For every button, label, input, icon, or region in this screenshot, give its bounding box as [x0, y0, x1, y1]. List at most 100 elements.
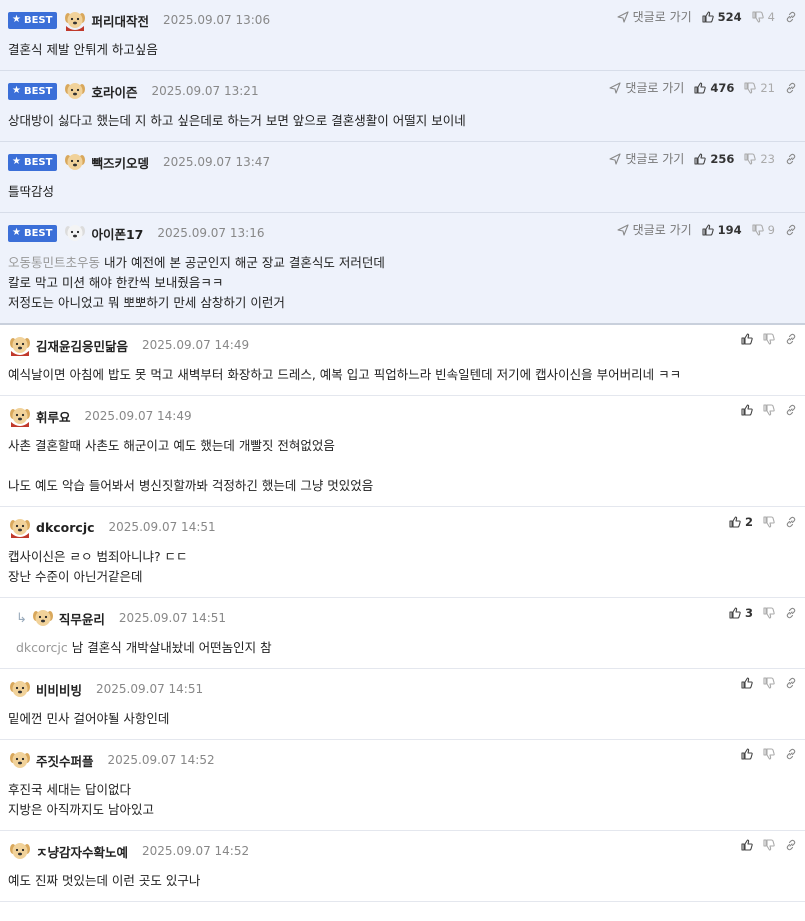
- link-icon[interactable]: [785, 839, 797, 851]
- comment-text: 장난 수준이 아닌거같은데: [8, 569, 143, 584]
- upvote-button[interactable]: [741, 677, 753, 689]
- star-icon: ★: [12, 14, 21, 25]
- comment-actions: 댓글로 가기 194 9: [617, 221, 797, 238]
- link-icon[interactable]: [785, 153, 797, 165]
- thumbs-down-icon: [752, 223, 764, 236]
- comment-header: 비비비빙 2025.09.07 14:51: [8, 677, 797, 701]
- star-icon: ★: [12, 156, 21, 167]
- comment-date: 2025.09.07 14:52: [107, 753, 215, 767]
- thumbs-down-icon[interactable]: [763, 333, 775, 345]
- comment-line: 캡사이신은 ㄹㅇ 범죄아니냐? ㄷㄷ: [8, 547, 797, 567]
- thumbs-up-icon: [702, 223, 714, 236]
- thumbs-down-icon[interactable]: [763, 839, 775, 851]
- comment-date: 2025.09.07 14:52: [142, 844, 250, 858]
- dog-avatar-icon[interactable]: [8, 404, 32, 428]
- mention-nickname[interactable]: 오동통민트초우동: [8, 255, 100, 270]
- dog-avatar-icon[interactable]: [8, 748, 32, 772]
- upvote-button[interactable]: 3: [729, 606, 753, 620]
- link-icon[interactable]: [785, 82, 797, 94]
- thumbs-down-icon[interactable]: [763, 748, 775, 760]
- author-nickname[interactable]: ㅈ냥감자수확노예: [36, 842, 128, 861]
- upvote-button[interactable]: 2: [729, 515, 753, 529]
- author-nickname[interactable]: 직무윤리: [59, 609, 105, 628]
- thumbs-down-icon[interactable]: [763, 404, 775, 416]
- link-icon[interactable]: [785, 516, 797, 528]
- downvote-button[interactable]: 9: [752, 223, 775, 237]
- comment-text: 예식날이면 아침에 밥도 못 먹고 새벽부터 화장하고 드레스, 예복 입고 픽…: [8, 367, 682, 382]
- goto-comment-link[interactable]: 댓글로 가기: [609, 79, 684, 96]
- dog-avatar-icon[interactable]: [63, 79, 87, 103]
- goto-comment-link[interactable]: 댓글로 가기: [609, 150, 684, 167]
- dog-avatar-icon[interactable]: [31, 606, 55, 630]
- author-nickname[interactable]: 아이폰17: [91, 224, 143, 243]
- comment-actions: 2: [729, 515, 797, 529]
- author-nickname[interactable]: 주짓수퍼플: [36, 751, 94, 770]
- downvote-count: 9: [767, 222, 775, 237]
- upvote-button[interactable]: 194: [702, 223, 742, 237]
- comment-body: 결혼식 제발 안튀게 하고싶음: [8, 32, 797, 70]
- comment-actions: [741, 677, 797, 689]
- downvote-button[interactable]: 4: [752, 10, 775, 24]
- upvote-button[interactable]: 256: [694, 152, 734, 166]
- author-nickname[interactable]: 비비비빙: [36, 680, 82, 699]
- author-nickname[interactable]: 빽즈키오뎅: [91, 153, 149, 172]
- thumbs-down-icon: [744, 81, 757, 94]
- goto-comment-link[interactable]: 댓글로 가기: [617, 8, 692, 25]
- comment-date: 2025.09.07 14:51: [118, 611, 227, 625]
- comment-line: 밑에껀 민사 걸어야될 사항인데: [8, 709, 797, 729]
- upvote-button[interactable]: [741, 333, 753, 345]
- link-icon[interactable]: [785, 748, 797, 760]
- link-icon[interactable]: [785, 333, 797, 345]
- link-icon[interactable]: [785, 607, 797, 619]
- upvote-button[interactable]: 524: [702, 10, 742, 24]
- comment-actions: [741, 333, 797, 345]
- link-icon[interactable]: [785, 677, 797, 689]
- author-nickname[interactable]: 호라이즌: [91, 82, 137, 101]
- comment-actions: 3: [729, 606, 797, 620]
- thumbs-down-icon: [752, 10, 764, 23]
- downvote-button[interactable]: 21: [744, 81, 775, 95]
- star-icon: ★: [12, 227, 21, 238]
- comment-text: 예도 진짜 멋있는데 이런 곳도 있구나: [8, 873, 201, 888]
- upvote-button[interactable]: 476: [694, 81, 734, 95]
- link-icon[interactable]: [785, 11, 797, 23]
- upvote-button[interactable]: [741, 404, 753, 416]
- downvote-count: 23: [760, 151, 775, 166]
- comment-body: 후진국 세대는 답이없다 지방은 아직까지도 남아있고: [8, 772, 797, 830]
- link-icon[interactable]: [785, 224, 797, 236]
- thumbs-down-icon[interactable]: [763, 607, 775, 619]
- goto-label: 댓글로 가기: [625, 152, 685, 166]
- link-icon[interactable]: [785, 404, 797, 416]
- comment: 주짓수퍼플 2025.09.07 14:52 후진국 세대는 답이없다 지방은 아직까…: [0, 740, 805, 831]
- dog-avatar-icon[interactable]: [63, 221, 87, 245]
- thumbs-down-icon[interactable]: [763, 677, 775, 689]
- comment-date: 2025.09.07 14:49: [84, 409, 192, 423]
- goto-comment-link[interactable]: 댓글로 가기: [617, 221, 692, 238]
- author-nickname[interactable]: 김재윤김응민닮음: [36, 336, 128, 355]
- author-nickname[interactable]: dkcorcjc: [36, 520, 95, 535]
- author-nickname[interactable]: 퍼리대작전: [91, 11, 149, 30]
- upvote-button[interactable]: [741, 839, 753, 851]
- dog-avatar-icon[interactable]: [8, 677, 32, 701]
- downvote-count: 21: [760, 80, 775, 95]
- dog-avatar-icon[interactable]: [63, 150, 87, 174]
- mention-nickname[interactable]: dkcorcjc: [16, 640, 68, 655]
- thumbs-down-icon[interactable]: [763, 516, 775, 528]
- star-icon: ★: [12, 85, 21, 96]
- dog-avatar-icon[interactable]: [63, 8, 87, 32]
- dog-avatar-icon[interactable]: [8, 839, 32, 863]
- comment-header: ㅈ냥감자수확노예 2025.09.07 14:52: [8, 839, 797, 863]
- dog-avatar-icon[interactable]: [8, 515, 32, 539]
- author-nickname[interactable]: 휘루요: [36, 407, 71, 426]
- thumbs-up-icon: [729, 516, 741, 528]
- comment-actions: 댓글로 가기 256 23: [609, 150, 797, 167]
- dog-avatar-icon[interactable]: [8, 333, 32, 357]
- upvote-button[interactable]: [741, 748, 753, 760]
- downvote-button[interactable]: 23: [744, 152, 775, 166]
- thumbs-up-icon: [741, 748, 753, 760]
- comment-line: 상대방이 싫다고 했는데 지 하고 싶은데로 하는거 보면 앞으로 결혼생활이 …: [8, 111, 797, 131]
- comment-body: 캡사이신은 ㄹㅇ 범죄아니냐? ㄷㄷ 장난 수준이 아닌거같은데: [8, 539, 797, 597]
- comment-actions: [741, 404, 797, 416]
- comment-header: 주짓수퍼플 2025.09.07 14:52: [8, 748, 797, 772]
